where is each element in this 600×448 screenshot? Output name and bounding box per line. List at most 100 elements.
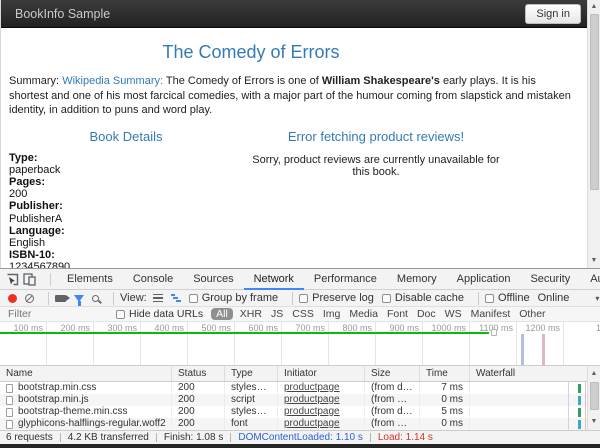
request-row[interactable]: bootstrap.min.css 200 stylesheet product… [0,382,600,394]
divider [370,433,371,442]
filter-type-manifest[interactable]: Manifest [471,308,511,320]
transferred-size: 4.2 KB transferred [68,432,149,443]
tab-security[interactable]: Security [520,269,580,290]
overview-drag-handle[interactable] [491,329,497,336]
request-size-cell: (from memory cache) [365,394,420,406]
request-row[interactable]: bootstrap-theme.min.css 200 stylesheet p… [0,406,600,418]
request-name-cell[interactable]: glyphicons-halflings-regular.woff2 [0,418,172,430]
column-waterfall[interactable]: Waterfall [470,366,600,381]
filter-type-ws[interactable]: WS [445,308,462,320]
request-row[interactable]: bootstrap.min.js 200 script productpage … [0,394,600,406]
checkbox-icon[interactable] [116,310,125,319]
table-scrollbar-thumb[interactable] [590,382,599,410]
preserve-log-checkbox[interactable]: Preserve log [299,292,374,304]
tab-network[interactable]: Network [244,269,304,290]
large-rows-icon[interactable] [153,294,163,303]
scroll-up-icon[interactable]: ▲ [588,1,600,13]
file-icon [6,420,13,429]
scroll-down-icon[interactable]: ▼ [588,416,600,428]
request-initiator-link[interactable]: productpage [278,394,365,406]
book-details-heading: Book Details [1,129,251,144]
requests-table: Name Status Type Initiator Size Time Wat… [0,366,600,430]
filter-type-img[interactable]: Img [323,308,341,320]
request-initiator-link[interactable]: productpage [278,418,365,430]
filter-type-font[interactable]: Font [387,308,408,320]
checkbox-icon[interactable] [189,294,198,303]
clear-icon[interactable] [25,294,34,303]
preserve-log-label: Preserve log [312,292,374,304]
column-initiator[interactable]: Initiator [278,366,365,381]
tab-application[interactable]: Application [447,269,521,290]
offline-label: Offline [498,292,530,304]
detail-field: Language: English [9,225,251,249]
capture-screenshots-icon[interactable] [55,295,66,302]
filter-type-other[interactable]: Other [519,308,545,320]
request-name: glyphicons-halflings-regular.woff2 [18,418,166,430]
summary-text-1: The Comedy of Errors is one of [163,75,322,87]
tab-elements[interactable]: Elements [57,269,123,290]
column-type[interactable]: Type [225,366,278,381]
request-name-cell[interactable]: bootstrap.min.css [0,382,172,394]
request-row[interactable]: glyphicons-halflings-regular.woff2 200 f… [0,418,600,430]
device-toolbar-icon[interactable] [23,273,36,286]
record-icon[interactable] [8,294,17,303]
disable-cache-checkbox[interactable]: Disable cache [382,292,464,304]
request-name-cell[interactable]: bootstrap-theme.min.css [0,406,172,418]
request-time-cell: 7 ms [420,382,470,394]
scroll-up-icon[interactable]: ▲ [588,368,600,380]
request-waterfall-cell [470,406,600,418]
bookinfo-window: BookInfo Sample Sign in The Comedy of Er… [0,0,600,448]
tab-memory[interactable]: Memory [387,269,447,290]
filter-funnel-icon[interactable] [74,295,84,302]
page-content: The Comedy of Errors Summary: Wikipedia … [1,28,587,298]
tab-sources[interactable]: Sources [183,269,243,290]
navbar: BookInfo Sample Sign in [1,0,587,28]
request-initiator-link[interactable]: productpage [278,406,365,418]
request-name: bootstrap-theme.min.css [18,406,128,418]
request-time-cell: 0 ms [420,418,470,430]
throttling-select[interactable]: Online▾ [538,292,600,304]
filter-type-css[interactable]: CSS [292,308,314,320]
offline-checkbox[interactable]: Offline [485,292,530,304]
scroll-down-icon[interactable]: ▼ [588,255,600,267]
filter-type-doc[interactable]: Doc [417,308,436,320]
request-initiator-link[interactable]: productpage [278,382,365,394]
checkbox-icon[interactable] [299,294,308,303]
column-time[interactable]: Time [420,366,470,381]
checkbox-icon[interactable] [485,294,494,303]
filter-type-xhr[interactable]: XHR [240,308,262,320]
detail-field: Pages: 200 [9,176,251,200]
hide-data-urls-checkbox[interactable]: Hide data URLs [116,308,203,320]
filter-type-media[interactable]: Media [349,308,378,320]
request-status-cell: 200 [172,394,225,406]
table-scrollbar[interactable]: ▲ ▼ [587,366,600,430]
filter-type-js[interactable]: JS [271,308,283,320]
column-name[interactable]: Name [0,366,172,381]
request-name: bootstrap.min.css [18,382,96,394]
filter-type-all[interactable]: All [211,308,233,320]
page-scrollbar[interactable]: ▲ ▼ [587,0,600,268]
timeline-tick-label: 100 ms [0,322,47,366]
inspect-element-icon[interactable] [6,273,19,286]
tab-console[interactable]: Console [123,269,183,290]
waterfall-bar [578,408,581,417]
group-by-frame-checkbox[interactable]: Group by frame [189,292,278,304]
wikipedia-summary-link[interactable]: Wikipedia Summary: [62,75,163,87]
show-overview-icon[interactable] [171,294,181,302]
request-type-cell: stylesheet [225,406,278,418]
tab-performance[interactable]: Performance [304,269,387,290]
sign-in-button[interactable]: Sign in [525,4,581,24]
column-status[interactable]: Status [172,366,225,381]
checkbox-icon[interactable] [382,294,391,303]
search-icon[interactable] [92,295,99,302]
request-name-cell[interactable]: bootstrap.min.js [0,394,172,406]
column-size[interactable]: Size [365,366,420,381]
filter-input[interactable] [8,308,108,320]
summary-label: Summary: [9,75,59,87]
divider [292,292,293,305]
network-overview-timeline[interactable]: 100 ms200 ms300 ms400 ms500 ms600 ms700 … [0,322,600,366]
request-time-cell: 0 ms [420,394,470,406]
throttling-value: Online [538,292,570,304]
tab-audits[interactable]: Audits [580,269,600,290]
page-scrollbar-thumb[interactable] [590,14,599,190]
